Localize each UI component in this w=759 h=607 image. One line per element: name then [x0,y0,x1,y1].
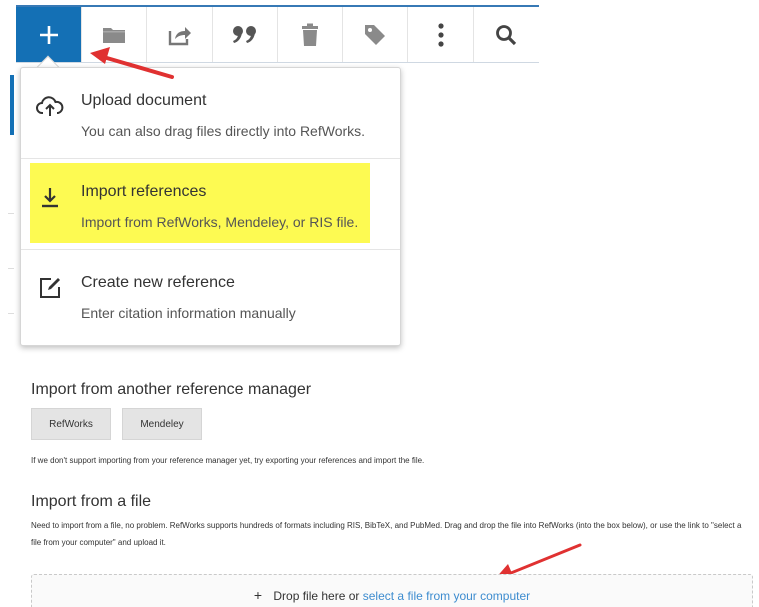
menu-item-upload-document[interactable]: Upload document You can also drag files … [21,68,400,158]
divider [8,313,14,314]
manager-note: If we don't support importing from your … [31,456,425,465]
quote-icon [232,25,256,43]
menu-item-subtitle: You can also drag files directly into Re… [81,123,366,139]
search-icon [496,24,517,45]
menu-item-subtitle: Enter citation information manually [81,305,296,321]
more-button[interactable] [408,7,474,62]
cloud-upload-icon [35,91,65,121]
menu-item-title: Upload document [81,92,207,109]
menu-item-title: Import references [81,183,207,200]
mendeley-import-button[interactable]: Mendeley [122,408,202,440]
import-file-description: Need to import from a file, no problem. … [31,521,742,547]
divider [8,268,14,269]
add-menu: Upload document You can also drag files … [20,67,401,346]
sidebar-edge [0,63,14,350]
annotation-arrow [90,47,174,79]
share-icon [168,26,191,45]
dropzone-text: Drop file here or [273,589,360,603]
menu-item-title: Create new reference [81,274,235,291]
search-button[interactable] [474,7,539,62]
trash-icon [302,23,319,46]
file-dropzone[interactable]: + Drop file here or select a file from y… [31,574,753,607]
select-file-link[interactable]: select a file from your computer [363,589,530,603]
plus-icon: + [253,587,263,603]
folder-icon [103,27,126,43]
tag-button[interactable] [343,7,409,62]
more-vertical-icon [438,22,444,47]
refworks-import-button[interactable]: RefWorks [31,408,111,440]
menu-item-import-references[interactable]: Import references Import from RefWorks, … [21,158,400,248]
menu-item-create-new-reference[interactable]: Create new reference Enter citation info… [21,249,400,339]
edit-icon [35,273,65,303]
add-icon [39,25,58,44]
section-title-reference-manager: Import from another reference manager [31,381,312,398]
delete-button[interactable] [278,7,344,62]
highlight [30,163,370,243]
dropzone-content: + Drop file here or select a file from y… [32,587,752,603]
sidebar-active-marker [10,75,14,135]
section-title-import-file: Import from a file [31,493,152,510]
menu-item-subtitle: Import from RefWorks, Mendeley, or RIS f… [81,214,359,230]
add-button[interactable] [16,7,83,62]
divider [8,213,14,214]
tag-icon [365,24,386,45]
download-icon [35,182,65,212]
cite-button[interactable] [213,7,278,62]
